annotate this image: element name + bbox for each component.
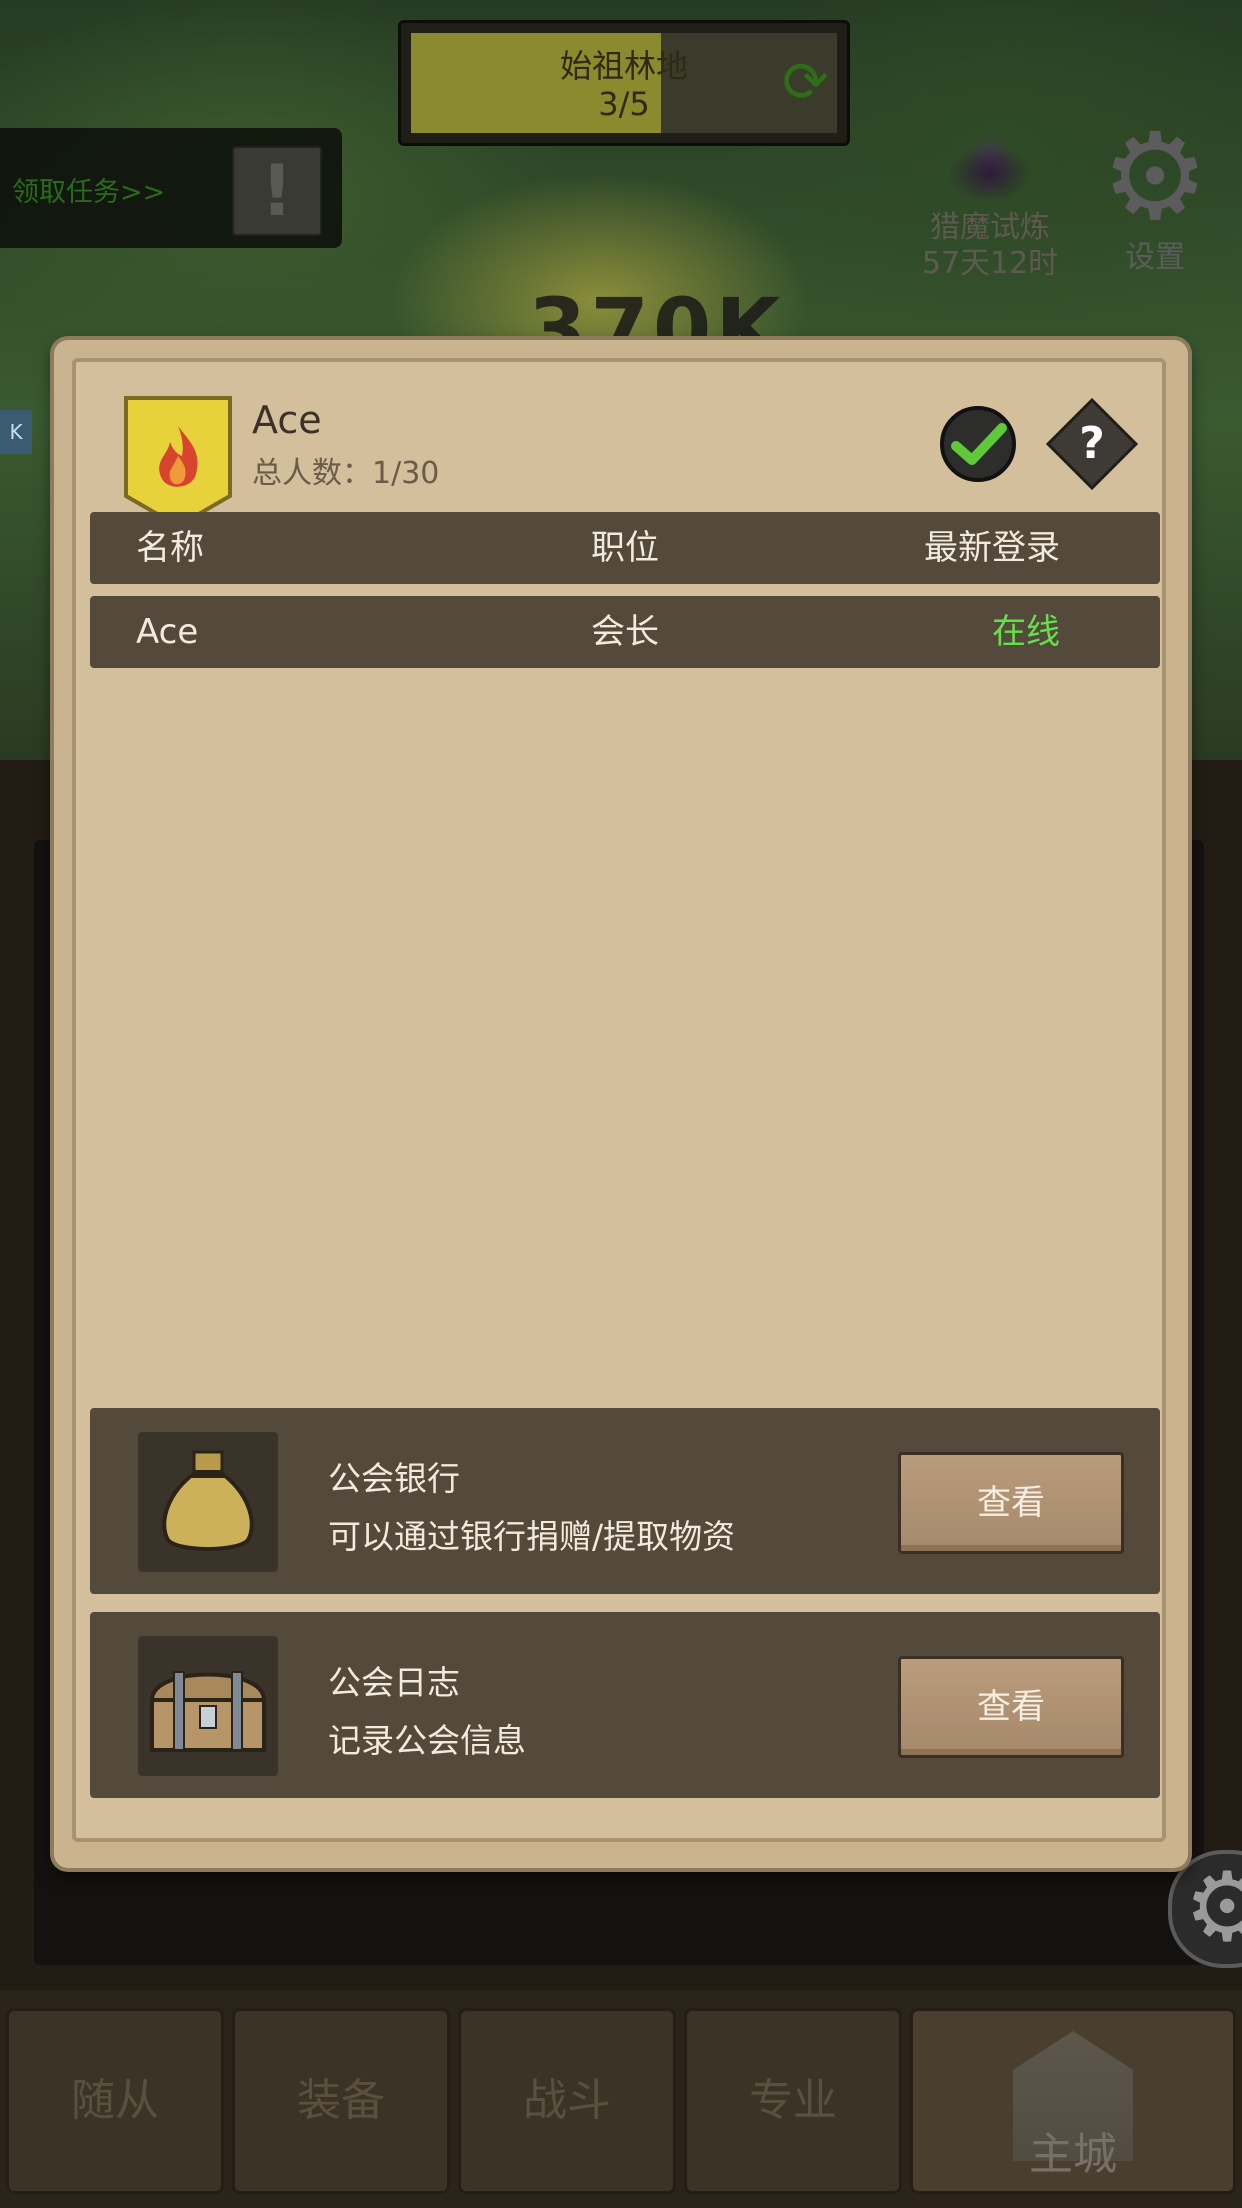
tab-profession[interactable]: 专业 bbox=[684, 2008, 902, 2194]
bat-wings-icon bbox=[915, 120, 1065, 210]
quest-prompt[interactable]: 领取任务>> bbox=[12, 170, 165, 209]
bank-description: 可以通过银行捐赠/提取物资 bbox=[328, 1517, 736, 1556]
log-description: 记录公会信息 bbox=[328, 1721, 526, 1760]
log-title: 公会日志 bbox=[328, 1663, 460, 1702]
table-row[interactable]: Ace 会长 在线 bbox=[90, 596, 1160, 668]
bank-view-button[interactable]: 查看 bbox=[898, 1452, 1124, 1554]
settings-button[interactable]: ⚙ 设置 bbox=[1090, 118, 1220, 276]
left-edge-tag[interactable]: K bbox=[0, 410, 32, 454]
zone-name: 始祖林地 bbox=[559, 47, 688, 85]
bank-title: 公会银行 bbox=[328, 1459, 460, 1498]
log-view-button[interactable]: 查看 bbox=[898, 1656, 1124, 1758]
member-last-login: 在线 bbox=[992, 612, 1060, 652]
member-table-header: 名称 职位 最新登录 bbox=[90, 512, 1160, 584]
bottom-nav: 随从 装备 战斗 专业 主城 bbox=[0, 1990, 1242, 2208]
checkmark-icon[interactable] bbox=[938, 404, 1018, 484]
trial-time: 57天12时 bbox=[921, 246, 1059, 281]
svg-text:?: ? bbox=[1079, 418, 1105, 469]
fire-emblem-icon bbox=[124, 396, 232, 528]
gear-icon: ⚙ bbox=[1101, 108, 1209, 247]
trial-label: 猎魔试炼 bbox=[930, 210, 1050, 245]
zone-progress-bar[interactable]: 始祖林地 3/5 ⟳ bbox=[398, 20, 850, 146]
tab-equipment[interactable]: 装备 bbox=[232, 2008, 450, 2194]
guild-dialog-panel: Ace 总人数：1/30 ? 名称 职位 最新登录 Ace 会长 在线 公会银行… bbox=[72, 358, 1166, 1842]
member-count-label: 总人数： bbox=[252, 456, 372, 491]
quest-panel[interactable]: 领取任务>> ! bbox=[0, 128, 342, 248]
tab-main-city[interactable]: 主城 bbox=[910, 2008, 1236, 2194]
tab-main-city-label: 主城 bbox=[1029, 2129, 1117, 2180]
guild-log-card: 公会日志 记录公会信息 查看 bbox=[90, 1612, 1160, 1798]
member-count: 总人数：1/30 bbox=[252, 448, 439, 492]
refresh-icon[interactable]: ⟳ bbox=[782, 55, 829, 111]
tab-battle[interactable]: 战斗 bbox=[458, 2008, 676, 2194]
tab-followers[interactable]: 随从 bbox=[6, 2008, 224, 2194]
zone-progress-text: 3/5 bbox=[598, 85, 650, 123]
treasure-chest-icon bbox=[138, 1636, 278, 1776]
column-last-login: 最新登录 bbox=[924, 528, 1060, 568]
trial-button[interactable]: 猎魔试炼 57天12时 bbox=[910, 120, 1070, 282]
alert-icon[interactable]: ! bbox=[232, 146, 322, 236]
money-bag-icon bbox=[138, 1432, 278, 1572]
help-icon[interactable]: ? bbox=[1045, 397, 1139, 491]
guild-name: Ace bbox=[252, 398, 322, 442]
guild-bank-card: 公会银行 可以通过银行捐赠/提取物资 查看 bbox=[90, 1408, 1160, 1594]
guild-dialog: Ace 总人数：1/30 ? 名称 职位 最新登录 Ace 会长 在线 公会银行… bbox=[54, 340, 1188, 1868]
member-count-value: 1/30 bbox=[372, 456, 440, 491]
